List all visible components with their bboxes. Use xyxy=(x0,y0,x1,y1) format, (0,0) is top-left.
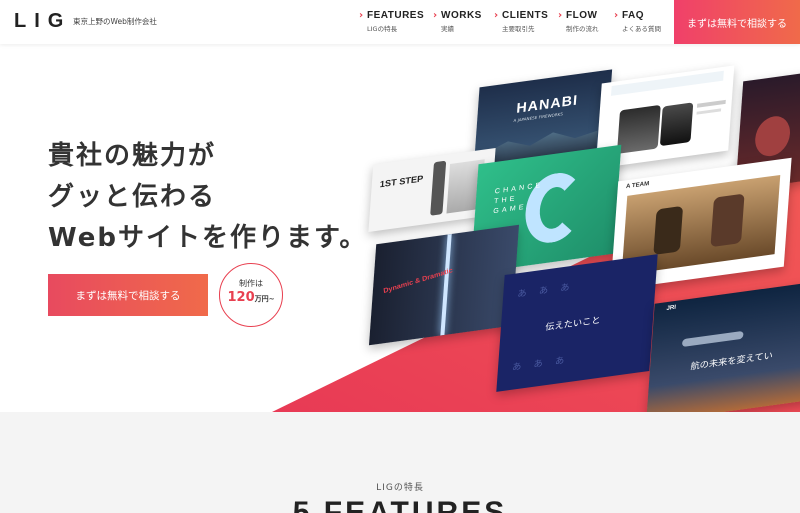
price-badge: 制作は 120万円~ xyxy=(219,263,283,327)
features-title: 5 FEATURES xyxy=(292,496,508,513)
price-value-wrap: 120万円~ xyxy=(220,290,282,305)
price-label: 制作は xyxy=(239,279,263,288)
nav-faq-sub: よくある質問 xyxy=(622,25,661,33)
nav-clients[interactable]: › CLIENTS 主要取引先 xyxy=(494,10,549,33)
nav-flow-sub: 制作の流れ xyxy=(566,25,599,33)
nav-features[interactable]: › FEATURES LIGの特長 xyxy=(359,10,425,33)
logo-tagline: 東京上野のWeb制作会社 xyxy=(73,17,157,26)
headline-line-1: 貴社の魅力が xyxy=(48,141,217,171)
nav-features-label: FEATURES xyxy=(367,10,425,21)
nav-works-label: WORKS xyxy=(441,10,482,21)
chevron-right-icon: › xyxy=(614,10,619,21)
hero-section: HANABI A JAPANESE FIREWORKS 1ST STEP CHA… xyxy=(0,44,800,412)
headline-line-2: グッと伝わる xyxy=(48,182,217,212)
price-unit: 万円~ xyxy=(254,295,275,303)
chevron-right-icon: › xyxy=(494,10,499,21)
nav-clients-sub: 主要取引先 xyxy=(502,25,535,33)
nav-faq[interactable]: › FAQ よくある質問 xyxy=(614,10,661,33)
nav-works[interactable]: › WORKS 実績 xyxy=(433,10,482,33)
chevron-right-icon: › xyxy=(558,10,563,21)
features-subtitle: LIGの特長 xyxy=(376,483,424,493)
site-header: LIG 東京上野のWeb制作会社 › FEATURES LIGの特長 › WOR… xyxy=(0,0,800,44)
header-cta-button[interactable]: まずは無料で相談する xyxy=(674,0,800,44)
chevron-right-icon: › xyxy=(433,10,438,21)
nav-clients-label: CLIENTS xyxy=(502,10,549,21)
work-screenshot-dynamic[interactable]: Dynamic & Dramatic xyxy=(368,224,520,346)
features-section: LIGの特長 5 FEATURES xyxy=(0,412,800,513)
hero-cta-button[interactable]: まずは無料で相談する xyxy=(48,274,208,316)
nav-flow[interactable]: › FLOW 制作の流れ xyxy=(558,10,599,33)
nav-faq-label: FAQ xyxy=(622,10,645,21)
nav-flow-label: FLOW xyxy=(566,10,598,21)
headline-line-3: Webサイトを作ります。 xyxy=(48,223,368,253)
nav-features-sub: LIGの特長 xyxy=(367,25,398,33)
work-screenshot-tsutaetai[interactable]: あああ あああ 伝えたいこと xyxy=(496,254,658,392)
chevron-right-icon: › xyxy=(359,10,364,21)
price-value: 120 xyxy=(227,290,255,305)
nav-works-sub: 実績 xyxy=(441,25,454,33)
work-screenshot-mirai[interactable]: JRI 航の未来を変えてい xyxy=(646,281,800,412)
lig-logo[interactable]: LIG xyxy=(14,10,71,33)
hero-headline: 貴社の魅力が グッと伝わる Webサイトを作ります。 xyxy=(48,136,367,259)
